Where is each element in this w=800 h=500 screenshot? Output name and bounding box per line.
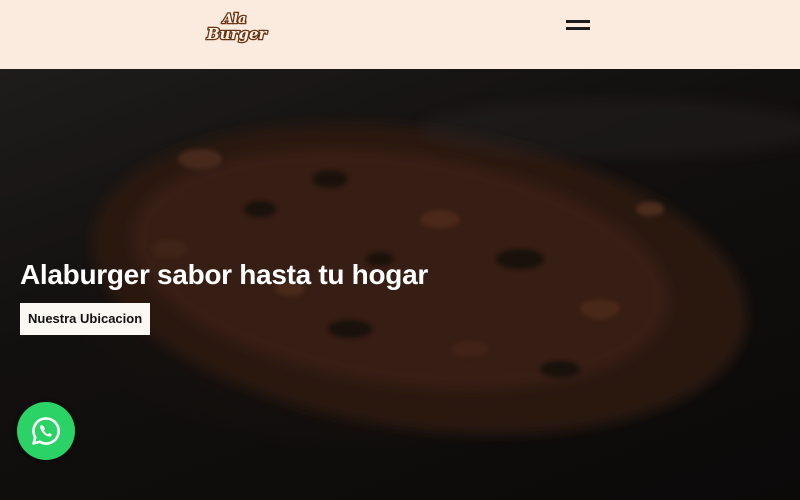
hamburger-menu-icon[interactable] xyxy=(564,18,592,34)
site-header: Ala Burger xyxy=(0,0,800,69)
hero-title: Alaburger sabor hasta tu hogar xyxy=(20,259,428,290)
alaburger-logo[interactable]: Ala Burger xyxy=(204,8,276,44)
whatsapp-button[interactable] xyxy=(17,402,75,460)
nuestra-ubicacion-button[interactable]: Nuestra Ubicacion xyxy=(20,303,151,335)
whatsapp-icon xyxy=(32,417,60,445)
logo-text-bottom: Burger xyxy=(206,25,268,43)
hero-section: Alaburger sabor hasta tu hogar Nuestra U… xyxy=(0,69,800,500)
